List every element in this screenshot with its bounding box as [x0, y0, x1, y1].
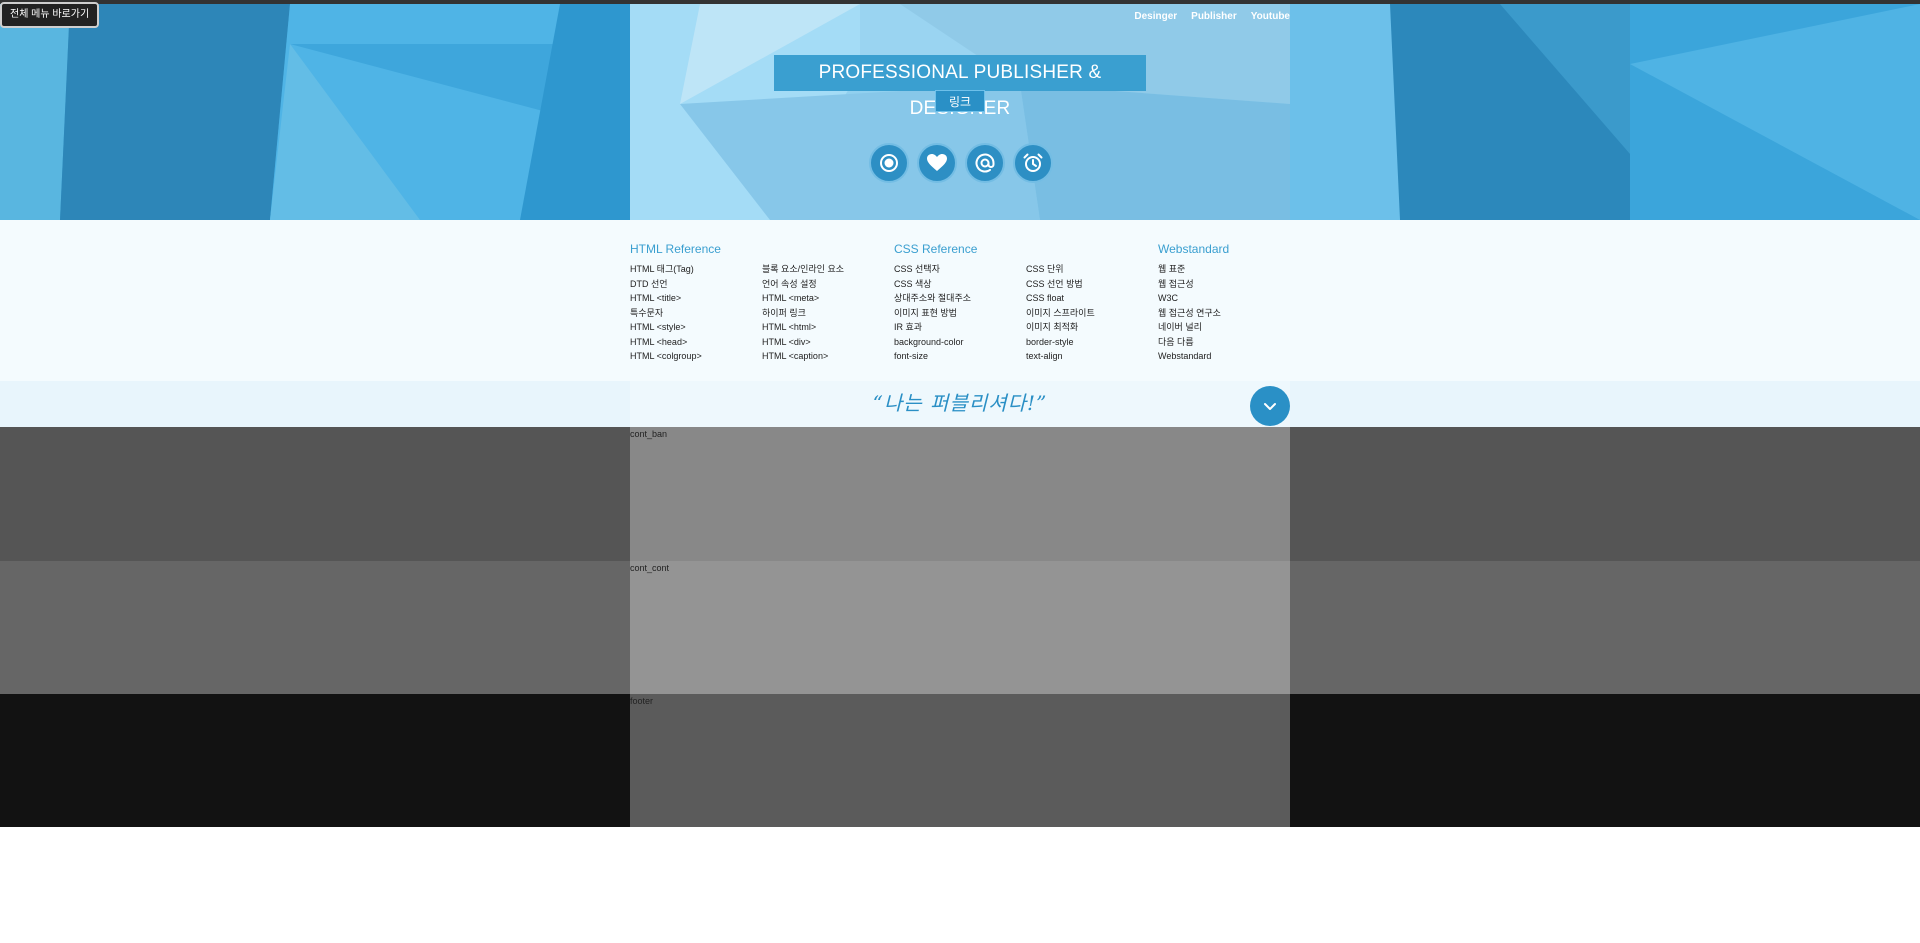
icon-row — [869, 143, 1053, 183]
link-column-webstandard: Webstandard 웹 표준 웹 접근성 W3C 웹 접근성 연구소 네이버… — [1158, 242, 1288, 364]
list-item[interactable]: border-style — [1026, 335, 1156, 350]
list-item[interactable]: CSS 선택자 — [894, 262, 1024, 277]
column-heading — [762, 242, 892, 258]
nav-item-designer[interactable]: Desinger — [1134, 11, 1177, 22]
list-item[interactable]: HTML <title> — [630, 291, 760, 306]
cont-cont-inner: cont_cont — [630, 561, 1290, 694]
list-item[interactable]: HTML <colgroup> — [630, 349, 760, 364]
top-border — [0, 0, 1920, 4]
list-item[interactable]: 이미지 표현 방법 — [894, 306, 1024, 321]
column-heading[interactable]: CSS Reference — [894, 242, 1024, 258]
list-item[interactable]: 네이버 널리 — [1158, 320, 1288, 335]
list-item[interactable]: HTML <div> — [762, 335, 892, 350]
list-item[interactable]: 특수문자 — [630, 306, 760, 321]
link-column-html-2: 블록 요소/인라인 요소 언어 속성 설정 HTML <meta> 하이퍼 링크… — [762, 242, 892, 364]
link-button[interactable]: 링크 — [935, 90, 985, 112]
list-item[interactable]: 하이퍼 링크 — [762, 306, 892, 321]
section-label: footer — [630, 696, 654, 706]
record-icon[interactable] — [869, 143, 909, 183]
list-item[interactable]: 이미지 스프라이트 — [1026, 306, 1156, 321]
column-heading[interactable]: HTML Reference — [630, 242, 760, 258]
page-title: PROFESSIONAL PUBLISHER & DESIGNER — [774, 55, 1146, 119]
top-nav: Desinger Publisher Youtube — [1134, 11, 1290, 22]
list-item[interactable]: HTML 태그(Tag) — [630, 262, 760, 277]
skip-to-menu-link[interactable]: 전체 메뉴 바로가기 — [0, 2, 100, 28]
list-item[interactable]: 상대주소와 절대주소 — [894, 291, 1024, 306]
scroll-down-button[interactable] — [1250, 386, 1290, 426]
list-item[interactable]: W3C — [1158, 291, 1288, 306]
nav-item-publisher[interactable]: Publisher — [1191, 11, 1237, 22]
link-column-css-2: CSS 단위 CSS 선언 방법 CSS float 이미지 스프라이트 이미지… — [1026, 242, 1156, 364]
list-item[interactable]: HTML <html> — [762, 320, 892, 335]
alarm-clock-icon[interactable] — [1013, 143, 1053, 183]
column-heading — [1026, 242, 1156, 258]
reference-links-inner: HTML Reference HTML 태그(Tag) DTD 선언 HTML … — [630, 220, 1290, 381]
list-item[interactable]: 웹 표준 — [1158, 262, 1288, 277]
slogan-section: “나는 퍼블리셔다!” — [0, 381, 1920, 427]
list-item[interactable]: HTML <style> — [630, 320, 760, 335]
reference-links-section: HTML Reference HTML 태그(Tag) DTD 선언 HTML … — [0, 220, 1920, 381]
list-item[interactable]: 언어 속성 설정 — [762, 277, 892, 292]
heart-icon[interactable] — [917, 143, 957, 183]
link-column-css: CSS Reference CSS 선택자 CSS 색상 상대주소와 절대주소 … — [894, 242, 1024, 364]
cont-cont-section: cont_cont — [0, 561, 1920, 694]
list-item[interactable]: CSS 색상 — [894, 277, 1024, 292]
list-item[interactable]: HTML <head> — [630, 335, 760, 350]
list-item[interactable]: 웹 접근성 연구소 — [1158, 306, 1288, 321]
footer-section: footer — [0, 694, 1920, 827]
section-label: cont_cont — [630, 563, 670, 573]
cont-ban-section: cont_ban — [0, 427, 1920, 561]
list-item[interactable]: font-size — [894, 349, 1024, 364]
column-heading[interactable]: Webstandard — [1158, 242, 1288, 258]
section-label: cont_ban — [630, 429, 668, 439]
list-item[interactable]: DTD 선언 — [630, 277, 760, 292]
list-item[interactable]: 웹 접근성 — [1158, 277, 1288, 292]
slogan-text: “나는 퍼블리셔다!” — [872, 391, 1048, 415]
slogan-inner: “나는 퍼블리셔다!” — [630, 381, 1290, 427]
cont-ban-inner: cont_ban — [630, 427, 1290, 561]
list-item[interactable]: 다음 다름 — [1158, 335, 1288, 350]
list-item[interactable]: IR 효과 — [894, 320, 1024, 335]
list-item[interactable]: CSS 선언 방법 — [1026, 277, 1156, 292]
list-item[interactable]: Webstandard — [1158, 349, 1288, 364]
list-item[interactable]: text-align — [1026, 349, 1156, 364]
list-item[interactable]: background-color — [894, 335, 1024, 350]
list-item[interactable]: 블록 요소/인라인 요소 — [762, 262, 892, 277]
footer-inner: footer — [630, 694, 1290, 827]
list-item[interactable]: HTML <caption> — [762, 349, 892, 364]
list-item[interactable]: CSS float — [1026, 291, 1156, 306]
header: Desinger Publisher Youtube PROFESSIONAL … — [0, 4, 1920, 220]
link-column-html: HTML Reference HTML 태그(Tag) DTD 선언 HTML … — [630, 242, 760, 364]
header-inner: Desinger Publisher Youtube PROFESSIONAL … — [630, 4, 1290, 220]
list-item[interactable]: HTML <meta> — [762, 291, 892, 306]
nav-item-youtube[interactable]: Youtube — [1251, 11, 1290, 22]
at-icon[interactable] — [965, 143, 1005, 183]
list-item[interactable]: CSS 단위 — [1026, 262, 1156, 277]
list-item[interactable]: 이미지 최적화 — [1026, 320, 1156, 335]
chevron-down-icon — [1264, 403, 1276, 410]
